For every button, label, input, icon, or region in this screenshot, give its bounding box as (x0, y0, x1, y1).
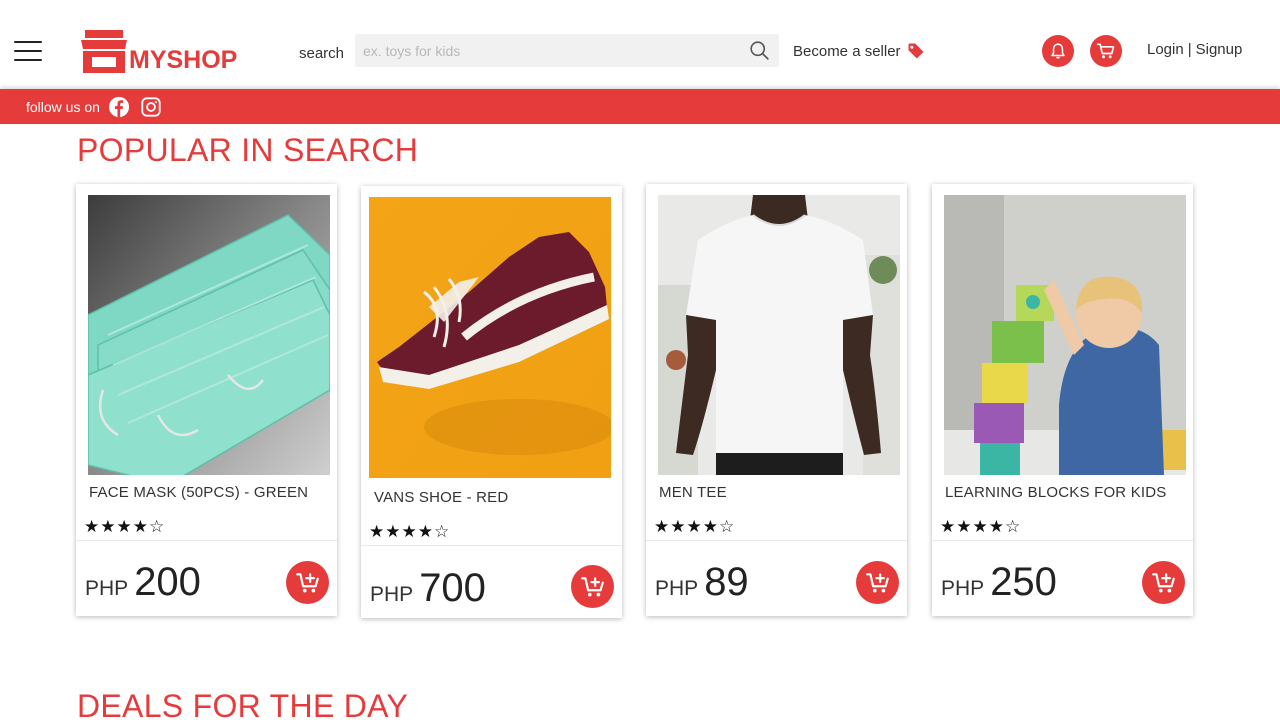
product-image-face-mask[interactable] (88, 195, 330, 475)
add-to-cart-icon (1151, 572, 1175, 592)
menu-icon[interactable] (14, 41, 42, 63)
product-image-men-tee[interactable] (658, 195, 900, 475)
product-price: PHP 200 (85, 560, 201, 605)
card-divider (76, 540, 337, 541)
price-currency: PHP (655, 577, 699, 600)
rating-stars: ★★★★☆ (369, 522, 451, 541)
product-card[interactable]: LEARNING BLOCKS FOR KIDS ★★★★☆ PHP 250 (932, 184, 1193, 616)
price-amount: 200 (134, 560, 201, 604)
top-header: MYSHOP search Become a seller Login | Si (0, 0, 1280, 89)
add-to-cart-button[interactable] (856, 561, 899, 604)
search-label: search (299, 45, 345, 62)
notifications-button[interactable] (1042, 35, 1074, 67)
add-to-cart-button[interactable] (286, 561, 329, 604)
price-currency: PHP (370, 583, 414, 606)
price-amount: 700 (419, 566, 486, 610)
product-card[interactable]: FACE MASK (50PCS) - GREEN ★★★★☆ PHP 200 (76, 184, 337, 616)
instagram-icon[interactable] (140, 96, 162, 118)
follow-bar: follow us on (0, 89, 1280, 124)
search-bar (355, 34, 779, 67)
search-icon[interactable] (749, 40, 770, 61)
product-name[interactable]: MEN TEE (659, 484, 727, 501)
become-seller-link[interactable]: Become a seller (793, 41, 926, 61)
login-link[interactable]: Login (1147, 41, 1184, 58)
rating-stars: ★★★★☆ (654, 517, 736, 536)
add-to-cart-icon (295, 572, 319, 592)
become-seller-label: Become a seller (793, 42, 901, 60)
product-price: PHP 250 (941, 560, 1057, 605)
auth-separator: | (1187, 41, 1192, 58)
price-currency: PHP (85, 577, 129, 600)
cart-icon (1096, 43, 1115, 59)
price-amount: 250 (990, 560, 1057, 604)
product-price: PHP 89 (655, 560, 749, 605)
facebook-icon[interactable] (108, 96, 130, 118)
follow-text: follow us on (26, 98, 100, 115)
product-name[interactable]: LEARNING BLOCKS FOR KIDS (945, 484, 1167, 501)
shop-logo-icon (81, 30, 127, 73)
product-price: PHP 700 (370, 566, 486, 611)
product-card[interactable]: MEN TEE ★★★★☆ PHP 89 (646, 184, 907, 616)
price-amount: 89 (704, 560, 749, 604)
brand-name: MYSHOP (129, 46, 238, 74)
rating-stars: ★★★★☆ (84, 517, 166, 536)
product-card[interactable]: VANS SHOE - RED ★★★★☆ PHP 700 (361, 186, 622, 618)
card-divider (646, 540, 907, 541)
auth-links: Login | Signup (1147, 41, 1242, 58)
bell-icon (1051, 43, 1065, 59)
section-title-popular: POPULAR IN SEARCH (77, 132, 419, 168)
add-to-cart-button[interactable] (1142, 561, 1185, 604)
signup-link[interactable]: Signup (1196, 41, 1243, 58)
section-title-deals: DEALS FOR THE DAY (77, 688, 409, 720)
tag-icon (908, 43, 924, 59)
product-name[interactable]: VANS SHOE - RED (374, 489, 508, 506)
product-image-learning-blocks[interactable] (944, 195, 1186, 475)
search-input[interactable] (355, 34, 735, 67)
logo[interactable]: MYSHOP (80, 27, 237, 75)
header-cart-button[interactable] (1090, 35, 1122, 67)
add-to-cart-icon (580, 576, 604, 596)
product-image-vans-shoe[interactable] (369, 197, 611, 478)
rating-stars: ★★★★☆ (940, 517, 1022, 536)
card-divider (361, 545, 622, 546)
card-divider (932, 540, 1193, 541)
add-to-cart-button[interactable] (571, 565, 614, 608)
add-to-cart-icon (865, 572, 889, 592)
product-name[interactable]: FACE MASK (50PCS) - GREEN (89, 484, 308, 501)
price-currency: PHP (941, 577, 985, 600)
